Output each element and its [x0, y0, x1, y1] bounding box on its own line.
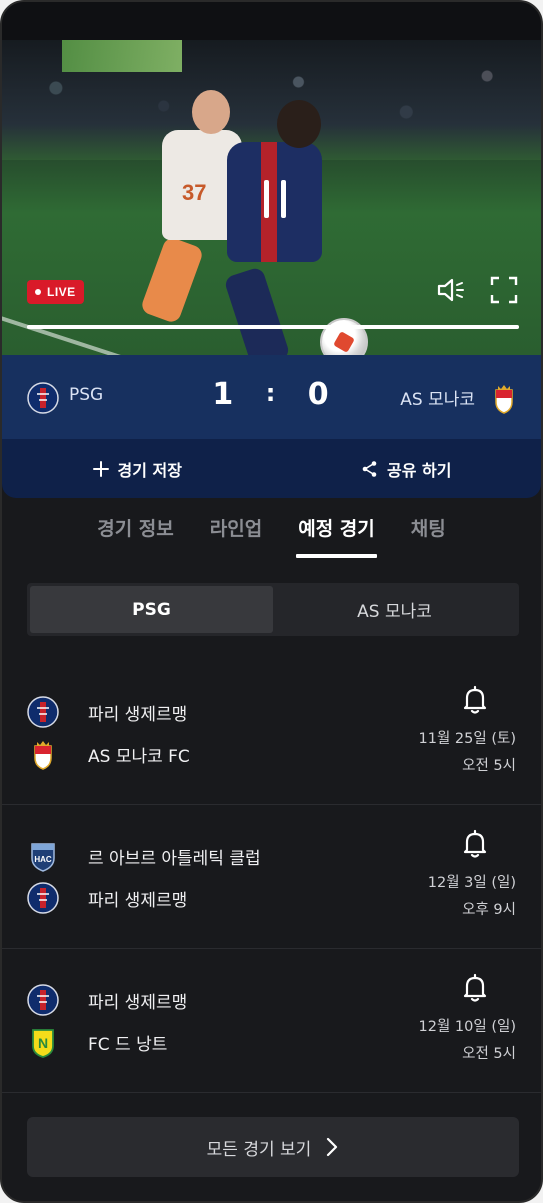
home-score: 1	[212, 377, 236, 412]
match-time: 오후 9시	[462, 902, 516, 918]
tab-match-info[interactable]: 경기 정보	[97, 514, 174, 558]
match-team-name: 파리 생제르맹	[88, 992, 188, 1013]
status-bar	[2, 2, 541, 40]
match-date: 12월 3일 (일)	[427, 875, 516, 891]
psg-crest-icon	[27, 882, 59, 914]
match-time: 오전 5시	[462, 1046, 516, 1062]
share-label: 공유 하기	[387, 460, 452, 480]
tab-bar: 경기 정보 라인업 예정 경기 채팅	[2, 514, 541, 562]
match-date: 12월 10일 (일)	[418, 1019, 516, 1035]
tab-lineup[interactable]: 라인업	[210, 514, 262, 558]
chevron-right-icon	[327, 1137, 338, 1157]
list-item[interactable]: 파리 생제르맹 AS 모나코 FC 11월 25일 (토) 오전 5시	[2, 661, 541, 805]
save-match-button[interactable]: 경기 저장	[2, 439, 272, 498]
view-all-matches-button[interactable]: 모든 경기 보기	[27, 1117, 519, 1177]
tab-upcoming-matches[interactable]: 예정 경기	[296, 514, 377, 558]
match-team-name: 파리 생제르맹	[88, 890, 188, 911]
team-toggle-psg[interactable]: PSG	[30, 586, 273, 633]
svg-text:N: N	[38, 1035, 48, 1051]
share-button[interactable]: 공유 하기	[272, 439, 542, 498]
live-label: LIVE	[47, 285, 76, 299]
match-date: 11월 25일 (토)	[418, 731, 516, 747]
psg-crest-icon	[27, 696, 59, 728]
plus-icon	[92, 460, 109, 477]
video-progress-fill	[27, 325, 519, 329]
team-toggle: PSG AS 모나코	[27, 583, 519, 636]
match-team-name: FC 드 낭트	[88, 1034, 168, 1055]
video-frame-player	[217, 100, 327, 355]
match-team-name: 파리 생제르맹	[88, 704, 188, 725]
live-dot-icon	[35, 289, 41, 295]
tab-chat[interactable]: 채팅	[411, 514, 446, 558]
list-item[interactable]: HAC 르 아브르 아틀레틱 클럽 파리 생제르맹 12월 3일 (일) 오후 …	[2, 805, 541, 949]
view-all-matches-label: 모든 경기 보기	[206, 1139, 312, 1160]
match-team-name: AS 모나코 FC	[88, 746, 190, 767]
nantes-crest-icon: N	[32, 1029, 54, 1058]
video-frame-ball	[320, 318, 368, 355]
share-icon	[362, 460, 377, 477]
bell-icon[interactable]	[461, 829, 489, 859]
volume-icon[interactable]	[436, 276, 466, 304]
video-progress-bar[interactable]	[27, 325, 519, 329]
phone-frame: 37 LIVE PSG 1: 0 AS 모나코 경기 저장 공유 하기 경기 …	[0, 0, 543, 1203]
match-time: 오전 5시	[462, 758, 516, 774]
monaco-crest-icon	[34, 741, 52, 770]
score-separator: :	[265, 379, 278, 407]
live-badge: LIVE	[27, 280, 84, 304]
video-player[interactable]: 37 LIVE	[2, 40, 541, 355]
video-frame-ad-board	[62, 40, 182, 72]
fullscreen-icon[interactable]	[490, 276, 518, 304]
psg-crest-icon	[27, 984, 59, 1016]
bell-icon[interactable]	[461, 685, 489, 715]
match-action-bar: 경기 저장 공유 하기	[2, 439, 541, 498]
bell-icon[interactable]	[461, 973, 489, 1003]
pause-icon[interactable]	[262, 180, 288, 218]
team-toggle-monaco[interactable]: AS 모나코	[273, 586, 516, 633]
monaco-crest-icon	[495, 385, 513, 414]
scoreboard: PSG 1 : 0 AS 모나코	[2, 355, 541, 439]
away-team-name: AS 모나코	[400, 390, 475, 410]
list-item[interactable]: 파리 생제르맹 N FC 드 낭트 12월 10일 (일) 오전 5시	[2, 949, 541, 1093]
svg-text:HAC: HAC	[34, 855, 52, 864]
away-score: 0	[307, 377, 331, 412]
match-team-name: 르 아브르 아틀레틱 클럽	[88, 848, 261, 869]
le-havre-crest-icon: HAC	[31, 843, 55, 872]
save-match-label: 경기 저장	[117, 460, 182, 480]
